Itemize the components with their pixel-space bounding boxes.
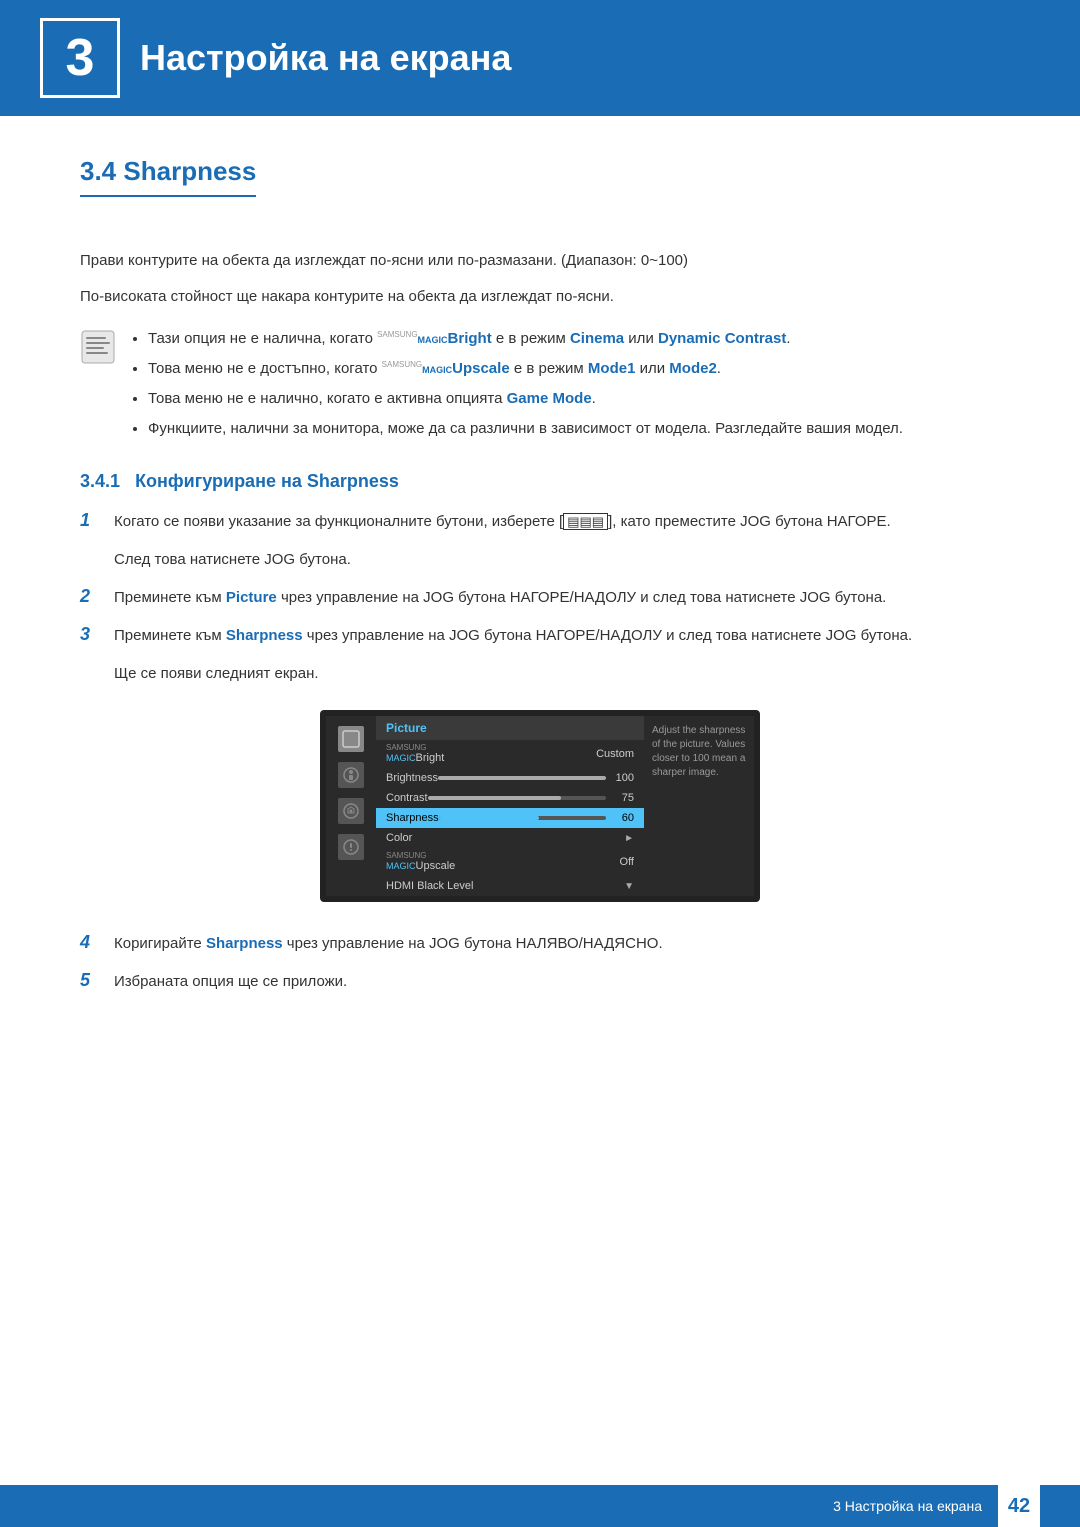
step-3-sub: Ще се появи следният екран. bbox=[114, 662, 1000, 686]
menu-item-color: Color ► bbox=[376, 828, 644, 848]
monitor-image: Picture SAMSUNGMAGICBright Custom Bright… bbox=[80, 710, 1000, 902]
step-3: 3 Преминете към Sharpness чрез управлени… bbox=[80, 624, 1000, 648]
sidebar-icon-2 bbox=[338, 762, 364, 788]
subsection-title: 3.4.1 Конфигуриране на Sharpness bbox=[80, 471, 1000, 492]
step-text-2: Преминете към Picture чрез управление на… bbox=[114, 586, 886, 610]
step-text-3: Преминете към Sharpness чрез управление … bbox=[114, 624, 912, 648]
step-number-3: 3 bbox=[80, 624, 102, 645]
menu-item-magicbright: SAMSUNGMAGICBright Custom bbox=[376, 740, 644, 768]
step-1: 1 Когато се появи указание за функционал… bbox=[80, 510, 1000, 534]
menu-item-hdmi: HDMI Black Level ▼ bbox=[376, 876, 644, 896]
step-text-5: Избраната опция ще се приложи. bbox=[114, 970, 347, 994]
step-5: 5 Избраната опция ще се приложи. bbox=[80, 970, 1000, 994]
step-text-4: Коригирайте Sharpness чрез управление на… bbox=[114, 932, 663, 956]
monitor-menu: Picture SAMSUNGMAGICBright Custom Bright… bbox=[376, 716, 644, 896]
note-item-3: Това меню не е налично, когато е активна… bbox=[148, 387, 903, 411]
intro-line2: По-високата стойност ще накара контурите… bbox=[80, 285, 1000, 309]
step-number-5: 5 bbox=[80, 970, 102, 991]
step-number-4: 4 bbox=[80, 932, 102, 953]
section-number: 3.4 bbox=[80, 156, 116, 186]
note-item-4: Функциите, налични за монитора, може да … bbox=[148, 417, 903, 441]
page-footer: 3 Настройка на екрана 42 bbox=[0, 1485, 1080, 1527]
intro-line1: Прави контурите на обекта да изглеждат п… bbox=[80, 249, 1000, 273]
menu-item-contrast: Contrast 75 bbox=[376, 788, 644, 808]
menu-header: Picture bbox=[376, 716, 644, 740]
step-4: 4 Коригирайте Sharpness чрез управление … bbox=[80, 932, 1000, 956]
monitor-tip: Adjust the sharpness of the picture. Val… bbox=[644, 716, 754, 896]
notes-list: Тази опция не е налична, когато SAMSUNGM… bbox=[132, 327, 903, 447]
sidebar-icon-4 bbox=[338, 834, 364, 860]
menu-item-magicupscale: SAMSUNGMAGICUpscale Off bbox=[376, 848, 644, 876]
step-text-1: Когато се появи указание за функционални… bbox=[114, 510, 891, 534]
note-icon bbox=[80, 329, 116, 365]
step-number-1: 1 bbox=[80, 510, 102, 531]
notes-block: Тази опция не е налична, когато SAMSUNGM… bbox=[80, 327, 1000, 447]
monitor-container: Picture SAMSUNGMAGICBright Custom Bright… bbox=[320, 710, 760, 902]
page-header: 3 Настройка на екрана bbox=[0, 0, 1080, 116]
sidebar-icon-3 bbox=[338, 798, 364, 824]
menu-item-sharpness: Sharpness 60 bbox=[376, 808, 644, 828]
note-item-1: Тази опция не е налична, когато SAMSUNGM… bbox=[148, 327, 903, 351]
section-name: Sharpness bbox=[123, 156, 256, 186]
step-number-2: 2 bbox=[80, 586, 102, 607]
section-title: 3.4 Sharpness bbox=[80, 156, 256, 197]
note-item-2: Това меню не е достъпно, когато SAMSUNGM… bbox=[148, 357, 903, 381]
step-2: 2 Преминете към Picture чрез управление … bbox=[80, 586, 1000, 610]
footer-chapter-label: 3 Настройка на екрана bbox=[833, 1498, 982, 1514]
header-title: Настройка на екрана bbox=[140, 37, 511, 79]
monitor-sidebar bbox=[326, 716, 376, 896]
sidebar-icon-1 bbox=[338, 726, 364, 752]
footer-page-number: 42 bbox=[998, 1485, 1040, 1527]
main-content: 3.4 Sharpness Прави контурите на обекта … bbox=[0, 116, 1080, 1088]
menu-item-brightness: Brightness 100 bbox=[376, 768, 644, 788]
step-1-sub: След това натиснете JOG бутона. bbox=[114, 548, 1000, 572]
chapter-number: 3 bbox=[40, 18, 120, 98]
